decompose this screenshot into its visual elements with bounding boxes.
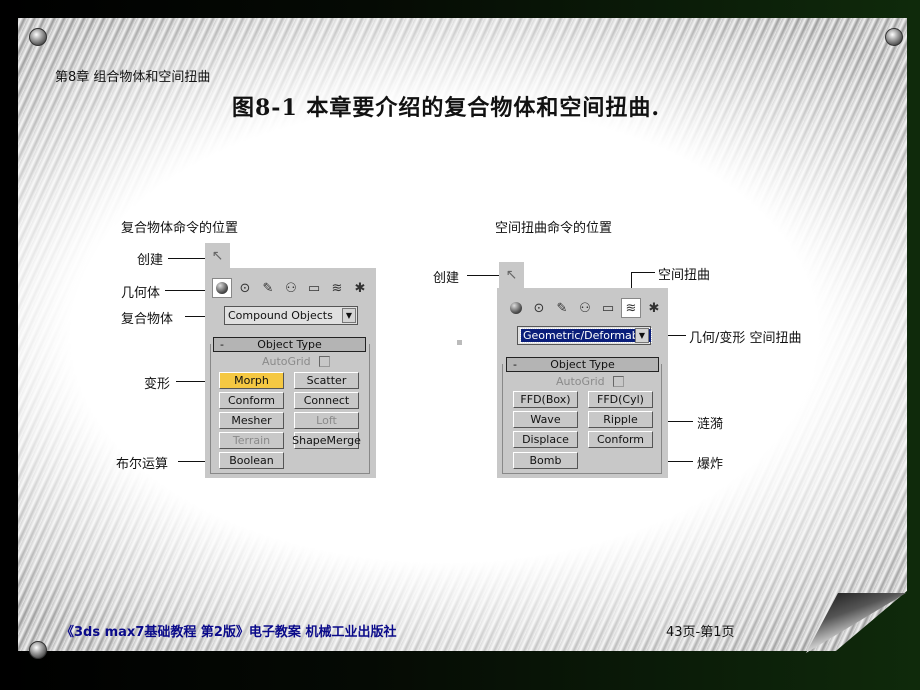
- helpers-icon[interactable]: ▭: [598, 298, 618, 318]
- callout-bomb: 爆炸: [697, 457, 724, 472]
- footer-page-number: 43页-第1页: [666, 625, 735, 640]
- callout-boolean: 布尔运算: [116, 457, 169, 472]
- stray-mark: [457, 340, 462, 345]
- terrain-button[interactable]: Terrain: [219, 432, 284, 449]
- space-warps-icon[interactable]: ≋: [327, 278, 347, 298]
- morph-button[interactable]: Morph: [219, 372, 284, 389]
- rivet-top-left: [29, 28, 47, 46]
- footer-book-title: 《3ds max7基础教程 第2版》电子教案 机械工业出版社: [61, 625, 397, 640]
- chapter-heading: 第8章 组合物体和空间扭曲: [55, 70, 211, 85]
- systems-icon[interactable]: ✱: [644, 298, 664, 318]
- ffd-cyl-button[interactable]: FFD(Cyl): [588, 391, 653, 408]
- autogrid-checkbox[interactable]: [318, 356, 330, 367]
- right-category-icons: ⊙ ✎ ⚇ ▭ ≋ ✱: [506, 298, 664, 318]
- bomb-button[interactable]: Bomb: [513, 452, 578, 469]
- systems-icon[interactable]: ✱: [350, 278, 370, 298]
- mesher-button[interactable]: Mesher: [219, 412, 284, 429]
- collapse-toggle: -: [513, 358, 517, 371]
- callout-morph: 变形: [144, 377, 171, 392]
- autogrid-label: AutoGrid: [262, 355, 311, 368]
- connect-button[interactable]: Connect: [294, 392, 359, 409]
- create-tab[interactable]: ↖: [205, 243, 230, 269]
- callout-geometry: 几何体: [121, 286, 161, 301]
- callout-ripple: 涟漪: [697, 417, 724, 432]
- scatter-button[interactable]: Scatter: [294, 372, 359, 389]
- figure-title: 图8-1 本章要介绍的复合物体和空间扭曲.: [232, 95, 661, 121]
- autogrid-option[interactable]: AutoGrid: [556, 375, 624, 388]
- displace-button[interactable]: Displace: [513, 431, 578, 448]
- chevron-down-icon[interactable]: ▼: [342, 308, 356, 323]
- category-dropdown[interactable]: Compound Objects ▼: [224, 306, 358, 325]
- rivet-top-right: [885, 28, 903, 46]
- collapse-toggle: -: [220, 338, 224, 351]
- helpers-icon[interactable]: ▭: [304, 278, 324, 298]
- rollout-header[interactable]: - Object Type: [213, 337, 366, 352]
- chevron-down-icon[interactable]: ▼: [635, 328, 649, 343]
- callout-line: [631, 272, 655, 273]
- right-figure-caption: 空间扭曲命令的位置: [495, 221, 613, 236]
- category-dropdown[interactable]: Geometric/Deformable ▼: [517, 326, 652, 345]
- autogrid-checkbox[interactable]: [612, 376, 624, 387]
- autogrid-option[interactable]: AutoGrid: [262, 355, 330, 368]
- shapemerge-button[interactable]: ShapeMerge: [292, 432, 361, 449]
- left-category-icons: ⊙ ✎ ⚇ ▭ ≋ ✱: [212, 278, 370, 298]
- callout-create-left: 创建: [137, 253, 164, 268]
- geometry-sphere-icon[interactable]: [212, 278, 232, 298]
- create-cursor-icon: ↖: [211, 248, 224, 264]
- dropdown-value: Compound Objects: [228, 309, 333, 322]
- create-cursor-icon: ↖: [505, 267, 518, 283]
- shapes-icon[interactable]: ⊙: [235, 278, 255, 298]
- rollout-title: Object Type: [550, 358, 615, 371]
- ffd-box-button[interactable]: FFD(Box): [513, 391, 578, 408]
- cameras-icon[interactable]: ⚇: [281, 278, 301, 298]
- boolean-button[interactable]: Boolean: [219, 452, 284, 469]
- space-warps-icon[interactable]: ≋: [621, 298, 641, 318]
- autogrid-label: AutoGrid: [556, 375, 605, 388]
- conform-button[interactable]: Conform: [219, 392, 284, 409]
- cameras-icon[interactable]: ⚇: [575, 298, 595, 318]
- callout-space-warps: 空间扭曲: [658, 268, 711, 283]
- callout-compound: 复合物体: [121, 312, 174, 327]
- rollout-header[interactable]: - Object Type: [506, 357, 659, 372]
- ripple-button[interactable]: Ripple: [588, 411, 653, 428]
- lights-icon[interactable]: ✎: [258, 278, 278, 298]
- geometry-sphere-icon[interactable]: [506, 298, 526, 318]
- conform-button[interactable]: Conform: [588, 431, 653, 448]
- wave-button[interactable]: Wave: [513, 411, 578, 428]
- dropdown-value: Geometric/Deformable: [520, 328, 652, 343]
- callout-create-right: 创建: [433, 271, 460, 286]
- callout-geometric-deformable: 几何/变形 空间扭曲: [689, 331, 802, 346]
- lights-icon[interactable]: ✎: [552, 298, 572, 318]
- left-figure-caption: 复合物体命令的位置: [121, 221, 239, 236]
- rivet-bottom-left: [29, 641, 47, 659]
- create-tab[interactable]: ↖: [499, 262, 524, 288]
- shapes-icon[interactable]: ⊙: [529, 298, 549, 318]
- rollout-title: Object Type: [257, 338, 322, 351]
- loft-button[interactable]: Loft: [294, 412, 359, 429]
